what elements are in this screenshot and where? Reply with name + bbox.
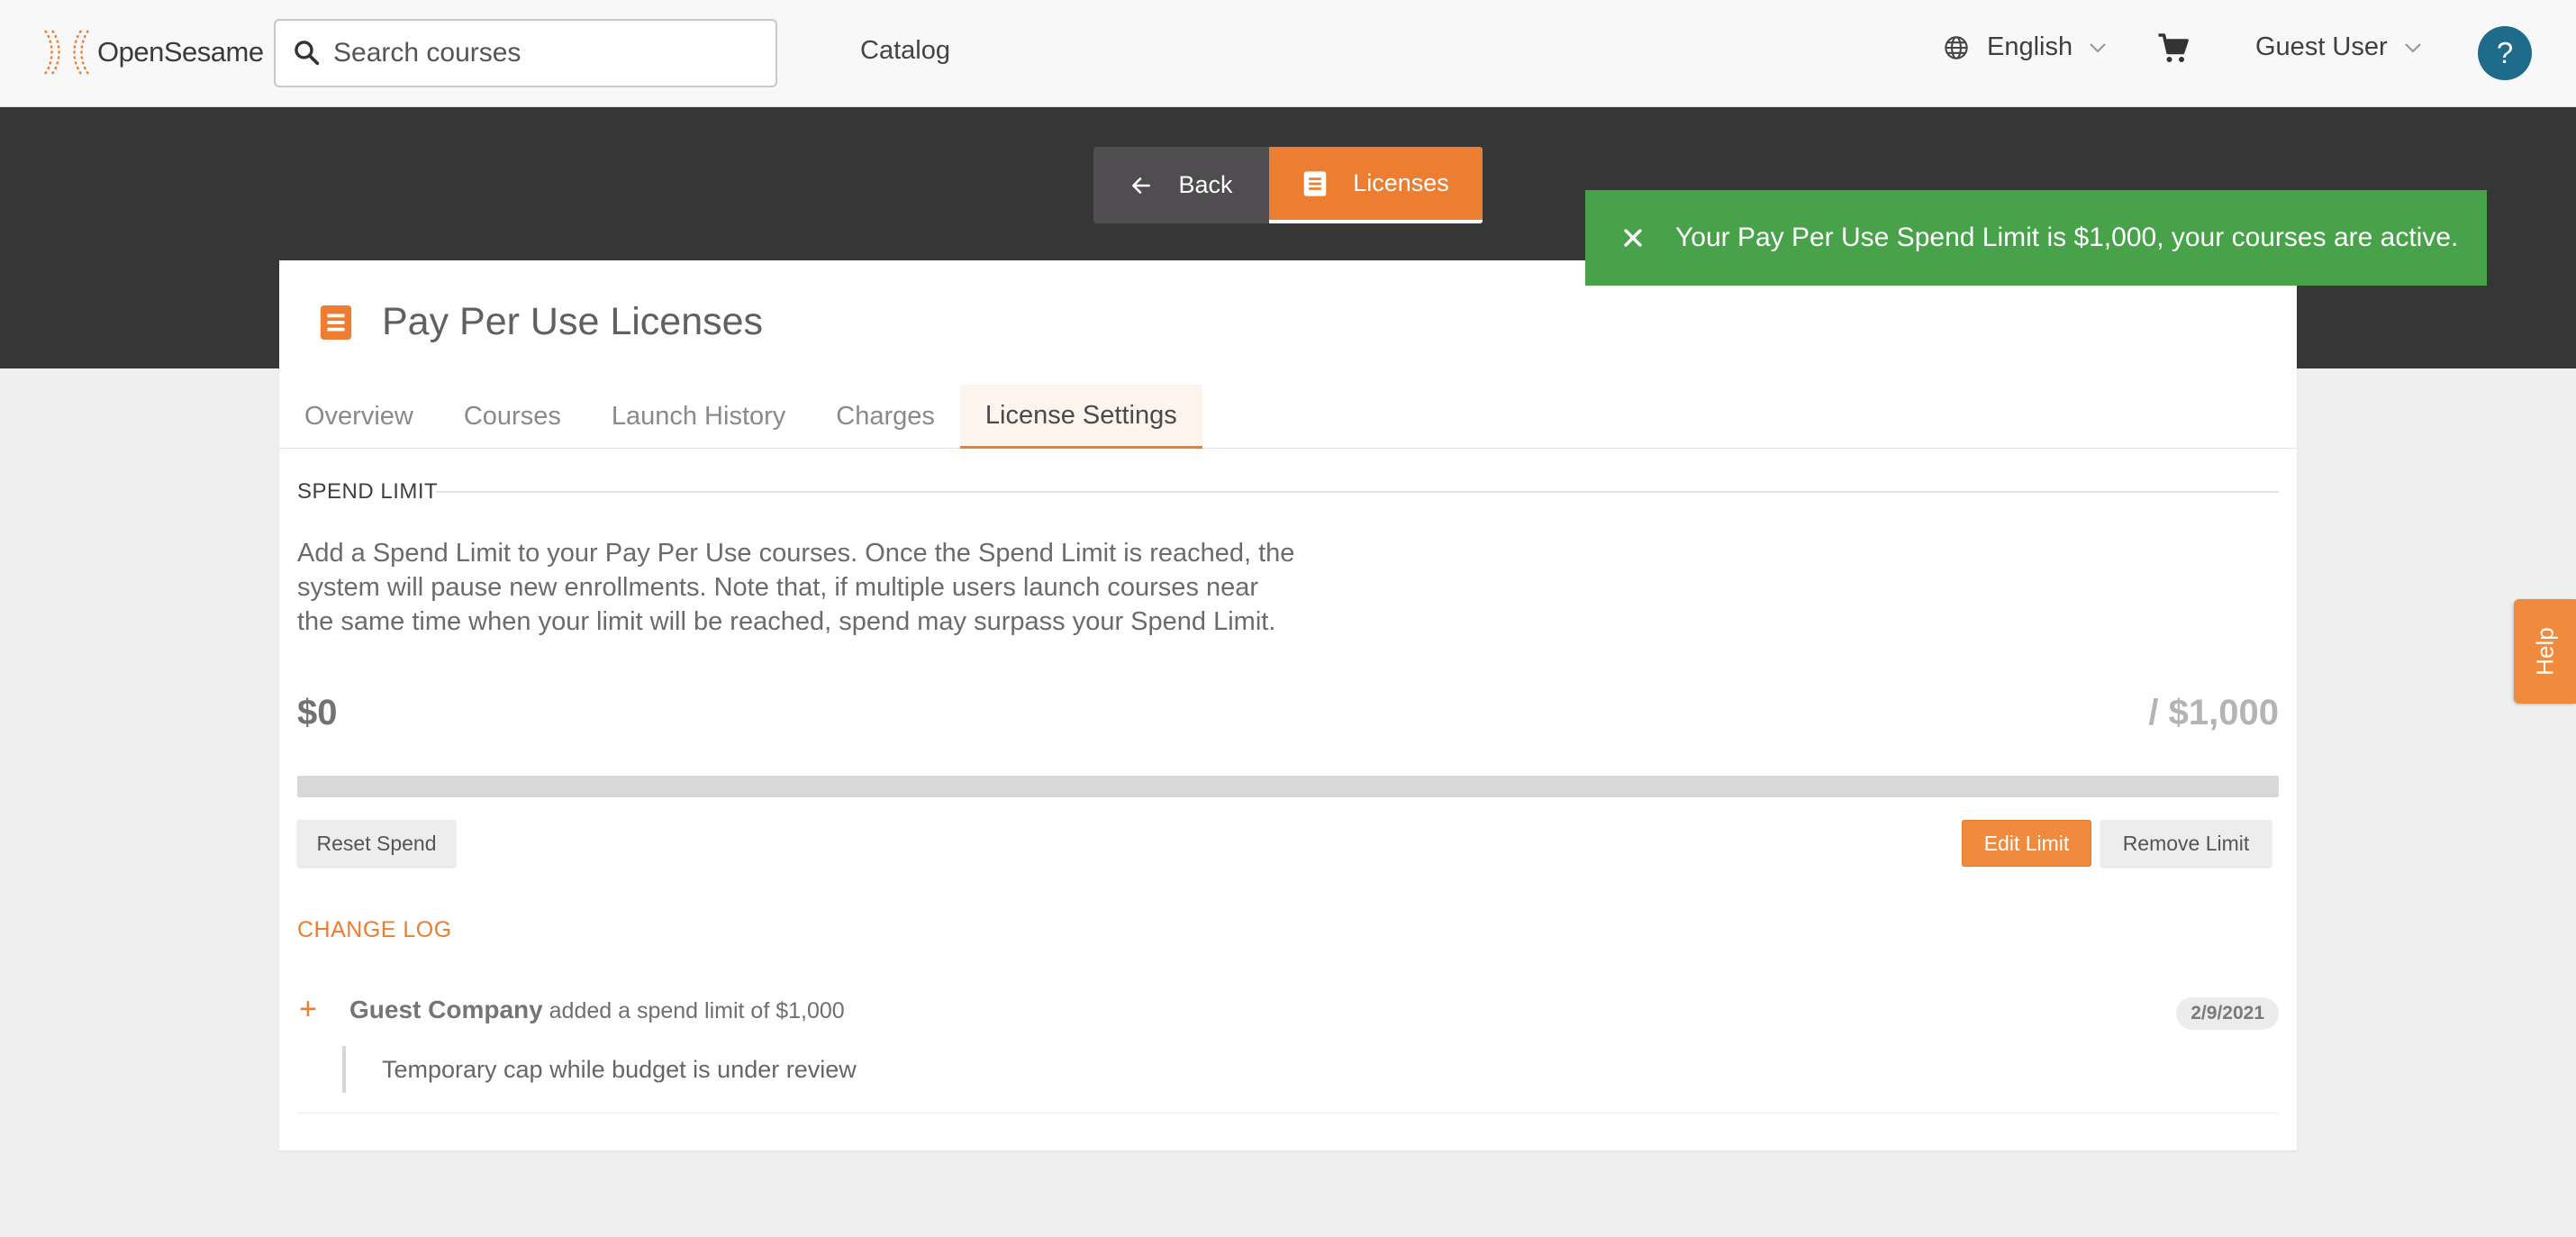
card-header: Pay Per Use Licenses [319, 300, 763, 344]
log-entry-note: Temporary cap while budget is under revi… [342, 1046, 857, 1093]
edit-limit-button[interactable]: Edit Limit [1962, 820, 2091, 867]
tab-overview[interactable]: Overview [279, 385, 439, 449]
expand-plus-icon[interactable]: + [299, 994, 317, 1024]
log-divider [297, 1113, 2279, 1114]
globe-icon [1945, 35, 1968, 59]
spent-amount: $0 [297, 693, 338, 732]
spend-progress-bar [297, 776, 2279, 797]
search-input[interactable] [333, 38, 766, 68]
tab-courses[interactable]: Courses [439, 385, 586, 449]
arrow-left-icon [1132, 177, 1151, 194]
limit-amount: / $1,000 [2148, 693, 2279, 732]
user-name: Guest User [2255, 32, 2388, 61]
search-icon [295, 41, 320, 66]
language-selector[interactable]: English [1944, 32, 2107, 62]
toast-message: Your Pay Per Use Spend Limit is $1,000, … [1675, 223, 2459, 252]
licenses-button[interactable]: Licenses [1269, 147, 1483, 223]
spend-limit-description: Add a Spend Limit to your Pay Per Use co… [297, 539, 1295, 636]
user-menu[interactable]: Guest User [2255, 32, 2422, 62]
logo[interactable]: OpenSesame [40, 27, 264, 77]
chevron-down-icon [2090, 42, 2106, 53]
section-divider [436, 491, 2279, 493]
back-label: Back [1178, 171, 1233, 198]
side-help-tab[interactable]: Help [2514, 599, 2576, 704]
nav-catalog-link[interactable]: Catalog [860, 36, 950, 66]
change-log-heading: CHANGE LOG [297, 917, 452, 942]
spend-limit-heading: SPEND LIMIT [297, 479, 439, 504]
log-entry-action: added a spend limit of $1,000 [549, 998, 845, 1023]
tab-charges[interactable]: Charges [811, 385, 960, 449]
top-navbar: OpenSesame Catalog English Guest Us [0, 0, 2576, 107]
side-help-label: Help [2531, 627, 2558, 676]
cart-icon[interactable] [2157, 32, 2190, 65]
document-icon [1303, 170, 1327, 196]
logo-text: OpenSesame [97, 36, 264, 68]
language-label: English [1987, 32, 2073, 61]
chevron-down-icon [2404, 42, 2421, 53]
tab-license-settings[interactable]: License Settings [959, 385, 1202, 449]
close-icon[interactable] [1623, 228, 1643, 248]
reset-spend-button[interactable]: Reset Spend [297, 820, 456, 867]
search-box[interactable] [274, 19, 777, 87]
document-icon [320, 305, 352, 340]
back-button[interactable]: Back [1093, 147, 1269, 223]
tab-launch-history[interactable]: Launch History [586, 385, 811, 449]
log-entry-author: Guest Company [349, 996, 543, 1023]
page-title: Pay Per Use Licenses [382, 300, 764, 343]
success-toast: Your Pay Per Use Spend Limit is $1,000, … [1585, 190, 2487, 286]
tab-bar: Overview Courses Launch History Charges … [279, 385, 2297, 449]
help-circle-button[interactable]: ? [2478, 26, 2532, 80]
log-entry-date: 2/9/2021 [2176, 997, 2279, 1030]
remove-limit-button[interactable]: Remove Limit [2100, 820, 2272, 867]
log-entry: Guest Company added a spend limit of $1,… [349, 996, 845, 1024]
licenses-label: Licenses [1353, 169, 1449, 196]
opensesame-logo-icon [43, 30, 90, 75]
licenses-card: Pay Per Use Licenses Overview Courses La… [279, 260, 2297, 1151]
